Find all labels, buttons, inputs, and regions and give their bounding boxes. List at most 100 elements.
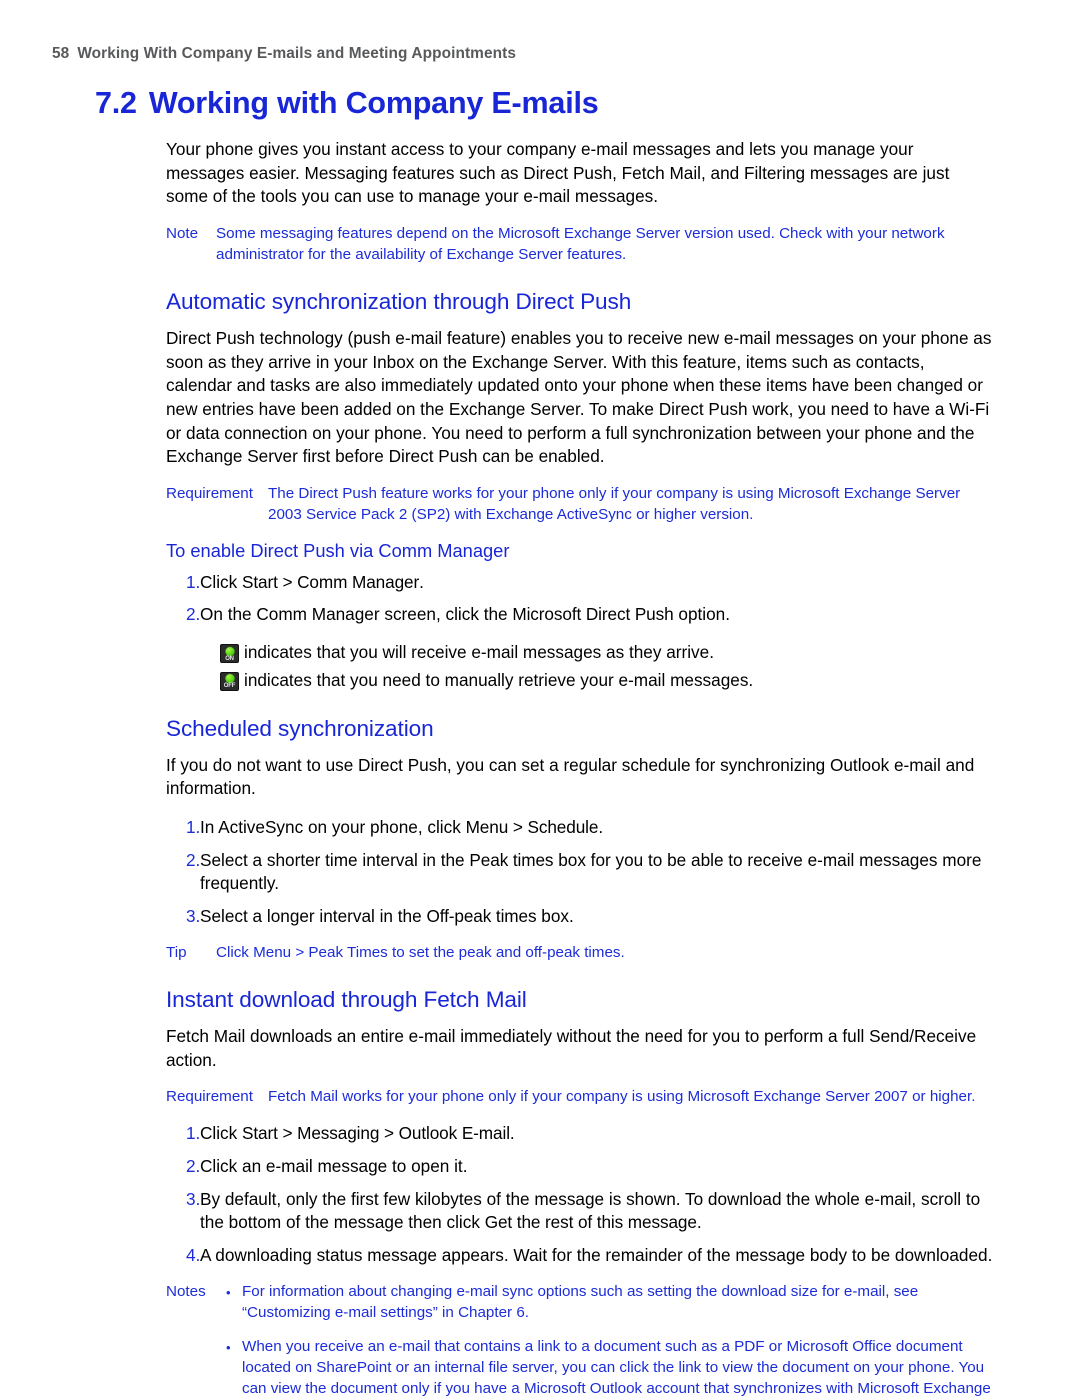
scheduled-sync-paragraph: If you do not want to use Direct Push, y… <box>166 754 975 799</box>
step-text-pre: On the Comm Manager screen, click the <box>200 604 513 625</box>
legend-row-on: ON indicates that you will receive e-mai… <box>220 641 995 665</box>
step-number: 3. <box>186 1188 201 1209</box>
step-text-pre: Click an e-mail message to open it. <box>200 1156 468 1177</box>
steps-scheduled-sync: 1. In ActiveSync on your phone, click Me… <box>166 816 995 929</box>
step-text-post: box. <box>536 906 574 927</box>
step-text-post: option. <box>673 604 730 625</box>
section-heading-fetch-mail: Instant download through Fetch Mail <box>166 986 527 1012</box>
step-text-pre: A downloading status message appears. Wa… <box>200 1245 993 1266</box>
step-text: Select a longer interval in the Off-peak… <box>200 905 995 929</box>
tip-text-c: to set the peak and off-peak times. <box>387 943 625 961</box>
section-fetch-mail: Instant download through Fetch Mail Fetc… <box>166 986 995 1397</box>
subheading-enable-direct-push: To enable Direct Push via Comm Manager <box>166 539 510 561</box>
step-ui-element: Microsoft Direct Push <box>512 604 674 625</box>
step-number: 1. <box>186 817 201 838</box>
step-text-pre: In ActiveSync on your phone, click <box>200 817 466 838</box>
icon-caption: ON <box>225 655 234 662</box>
step-text-pre: Select a longer interval in the <box>200 906 427 927</box>
requirement-callout-fetch-mail: Requirement Fetch Mail works for your ph… <box>166 1087 995 1108</box>
notes-bullet-text: For information about changing e-mail sy… <box>242 1282 919 1321</box>
requirement-label: Requirement <box>166 1088 253 1106</box>
step-text-pre: Select a shorter time interval in the <box>200 849 470 870</box>
tip-callout: Tip Click Menu > Peak Times to set the p… <box>166 943 995 964</box>
requirement-text-c: or higher version. <box>631 505 754 523</box>
step-text: A downloading status message appears. Wa… <box>200 1244 995 1268</box>
notes-label: Notes <box>166 1282 206 1300</box>
step-number: 1. <box>186 571 201 592</box>
step-text: Click Start > Messaging > Outlook E-mail… <box>200 1122 995 1146</box>
step-text-pre: Click <box>200 1123 243 1144</box>
step-ui-element: Off-peak times <box>426 906 537 927</box>
bullet-dot-icon: • <box>226 1339 231 1355</box>
notes-text: • For information about changing e-mail … <box>226 1282 995 1397</box>
legend-text-on: indicates that you will receive e-mail m… <box>244 642 714 663</box>
page-number: 58 <box>52 45 70 62</box>
running-header: 58 Working With Company E-mails and Meeti… <box>52 45 516 63</box>
notes-bullet-item: • When you receive an e-mail that contai… <box>226 1337 995 1397</box>
icon-caption: OFF <box>223 683 236 690</box>
step-text: Select a shorter time interval in the Pe… <box>200 849 995 896</box>
step-item: 1. In ActiveSync on your phone, click Me… <box>166 816 995 840</box>
section-scheduled-sync: Scheduled synchronization If you do not … <box>166 715 995 964</box>
requirement-text-emphasis: Microsoft Exchange Server 2007 <box>687 1088 908 1106</box>
step-ui-element: Menu > Schedule <box>465 817 599 838</box>
section-heading-direct-push: Automatic synchronization through Direct… <box>166 288 632 314</box>
chapter-number: 7.2 <box>95 86 137 120</box>
requirement-text-a: The Direct Push feature works for your p… <box>268 484 778 502</box>
step-number: 4. <box>186 1245 201 1266</box>
chapter-title: 7.2 Working with Company E-mails <box>95 86 995 122</box>
step-text: By default, only the first few kilobytes… <box>200 1188 995 1235</box>
legend-text-off: indicates that you need to manually retr… <box>244 669 754 690</box>
tip-label: Tip <box>166 943 187 961</box>
step-number: 2. <box>186 604 201 625</box>
tip-text: Click Menu > Peak Times to set the peak … <box>216 943 995 964</box>
step-text-post: . <box>509 1123 515 1144</box>
note-label: Note <box>166 224 199 242</box>
requirement-callout-direct-push: Requirement The Direct Push feature work… <box>166 484 995 526</box>
step-text: On the Comm Manager screen, click the Mi… <box>200 603 995 627</box>
step-item: 2. Click an e-mail message to open it. <box>166 1155 995 1179</box>
step-number: 1. <box>186 1123 201 1144</box>
notes-callout: Notes • For information about changing e… <box>166 1282 995 1397</box>
intro-paragraph: Your phone gives you instant access to y… <box>166 138 950 207</box>
direct-push-on-icon: ON <box>220 644 239 664</box>
step-item: 4. A downloading status message appears.… <box>166 1244 995 1268</box>
step-text: Click an e-mail message to open it. <box>200 1155 995 1179</box>
step-text: In ActiveSync on your phone, click Menu … <box>200 816 995 840</box>
comm-manager-icon-legend: ON indicates that you will receive e-mai… <box>166 641 995 692</box>
step-text: Click Start > Comm Manager. <box>200 571 995 595</box>
requirement-label: Requirement <box>166 484 253 502</box>
step-ui-element: Start > Comm Manager <box>242 571 420 592</box>
notes-bullet-item: • For information about changing e-mail … <box>226 1282 995 1324</box>
section-heading-scheduled-sync: Scheduled synchronization <box>166 715 434 741</box>
requirement-text-c: or higher. <box>907 1088 976 1106</box>
page-content: 7.2 Working with Company E-mails Your pho… <box>95 86 995 1397</box>
running-header-title: Working With Company E-mails and Meeting… <box>77 45 517 62</box>
requirement-text-a: Fetch Mail works for your phone only if … <box>268 1088 688 1106</box>
led-indicator-icon <box>225 674 234 684</box>
step-text-pre: Click <box>200 571 243 592</box>
step-item: 2. Select a shorter time interval in the… <box>166 849 995 896</box>
step-ui-element: Peak times <box>469 849 554 870</box>
notes-bullet-text: When you receive an e-mail that contains… <box>242 1337 991 1397</box>
direct-push-paragraph: Direct Push technology (push e-mail feat… <box>166 327 992 467</box>
step-item: 3. Select a longer interval in the Off-p… <box>166 905 995 929</box>
step-ui-element: Get the rest of this message <box>484 1212 697 1233</box>
notes-bullet-list: • For information about changing e-mail … <box>226 1282 995 1397</box>
step-number: 3. <box>186 906 201 927</box>
requirement-text: Fetch Mail works for your phone only if … <box>268 1087 995 1108</box>
step-number: 2. <box>186 1156 201 1177</box>
step-item: 1. Click Start > Messaging > Outlook E-m… <box>166 1122 995 1146</box>
steps-fetch-mail: 1. Click Start > Messaging > Outlook E-m… <box>166 1122 995 1268</box>
requirement-text: The Direct Push feature works for your p… <box>268 484 995 526</box>
step-number: 2. <box>186 849 201 870</box>
direct-push-off-icon: OFF <box>220 671 239 691</box>
chapter-title-text: Working with Company E-mails <box>148 86 599 120</box>
tip-text-a: Click <box>216 943 254 961</box>
tip-ui-element: Menu > Peak Times <box>253 943 388 961</box>
step-text-post: . <box>696 1212 702 1233</box>
step-text-post: . <box>419 571 424 592</box>
step-ui-element: Start > Messaging > Outlook E-mail <box>242 1123 510 1144</box>
note-text: Some messaging features depend on the Mi… <box>216 224 945 263</box>
bullet-dot-icon: • <box>226 1284 231 1300</box>
